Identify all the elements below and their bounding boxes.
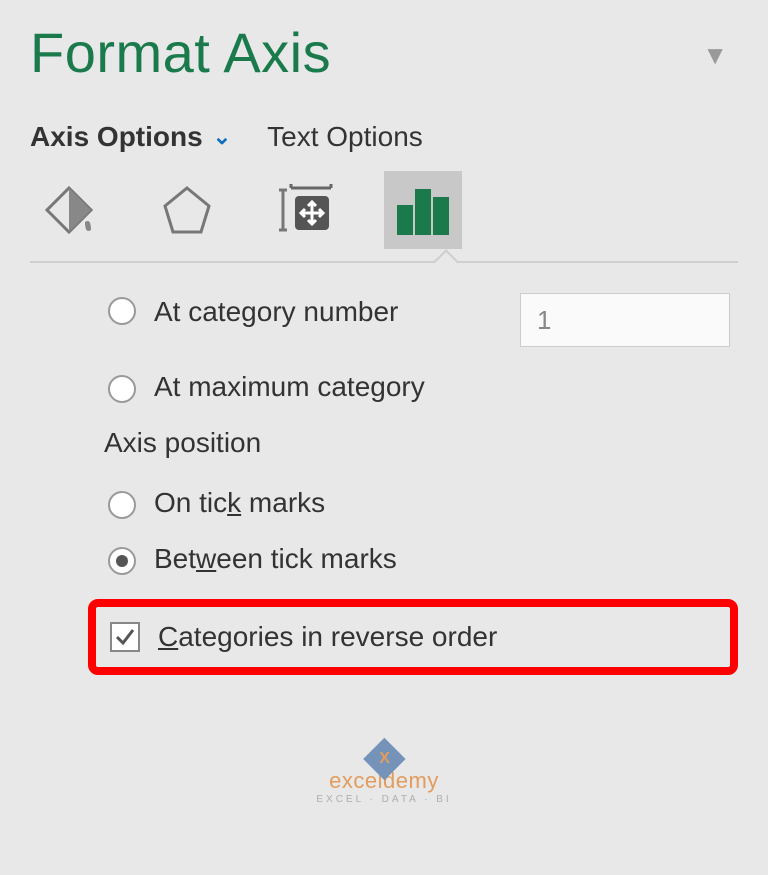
checkbox-categories-reverse[interactable]: [110, 622, 140, 652]
panel-header: Format Axis ▼: [30, 20, 738, 85]
pointer-up-icon: [432, 249, 460, 263]
tab-axis-options[interactable]: Axis Options ⌄: [30, 121, 231, 153]
panel-options-dropdown[interactable]: ▼: [702, 40, 728, 71]
size-properties-icon[interactable]: [266, 171, 344, 249]
row-on-tick-marks: On tick marks: [108, 487, 738, 519]
radio-at-category-number[interactable]: [108, 297, 136, 325]
row-at-category-number: At category number: [108, 293, 738, 347]
label-on-tick-marks: On tick marks: [154, 487, 325, 519]
tab-text-options[interactable]: Text Options: [267, 121, 423, 153]
axis-options-group: At category number At maximum category A…: [30, 293, 738, 675]
label-categories-reverse: Categories in reverse order: [158, 621, 497, 653]
radio-at-maximum-category[interactable]: [108, 375, 136, 403]
input-category-number[interactable]: [520, 293, 730, 347]
watermark-badge-icon: X: [363, 738, 405, 780]
tab-label: Axis Options: [30, 121, 203, 153]
chevron-down-icon: ⌄: [213, 124, 231, 150]
watermark-name: exceldemy: [329, 768, 439, 794]
row-categories-reverse: Categories in reverse order: [88, 599, 738, 675]
radio-on-tick-marks[interactable]: [108, 491, 136, 519]
section-divider: [30, 261, 738, 263]
label-between-tick-marks: Between tick marks: [154, 543, 397, 575]
section-icon-row: [30, 171, 738, 249]
fill-line-icon[interactable]: [30, 171, 108, 249]
watermark: X exceldemy EXCEL · DATA · BI: [316, 744, 451, 805]
label-at-maximum-category: At maximum category: [154, 371, 425, 403]
axis-position-heading: Axis position: [104, 427, 738, 459]
tab-label: Text Options: [267, 121, 423, 153]
row-between-tick-marks: Between tick marks: [108, 543, 738, 575]
options-tabs: Axis Options ⌄ Text Options: [30, 121, 738, 153]
axis-options-icon[interactable]: [384, 171, 462, 249]
row-at-maximum-category: At maximum category: [108, 371, 738, 403]
radio-between-tick-marks[interactable]: [108, 547, 136, 575]
check-icon: [114, 626, 136, 648]
effects-icon[interactable]: [148, 171, 226, 249]
watermark-sub: EXCEL · DATA · BI: [316, 794, 451, 805]
format-axis-panel: Format Axis ▼ Axis Options ⌄ Text Option…: [0, 0, 768, 705]
panel-title: Format Axis: [30, 20, 331, 85]
label-at-category-number: At category number: [154, 293, 398, 331]
